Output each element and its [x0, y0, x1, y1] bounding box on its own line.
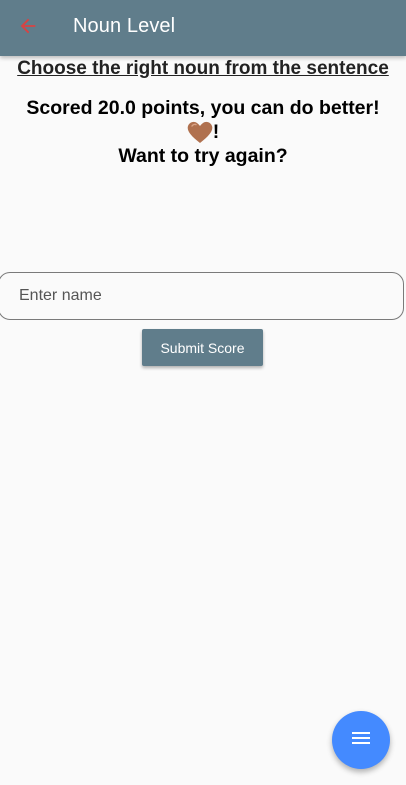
brown-heart-icon	[187, 121, 213, 144]
retry-prompt: Want to try again?	[118, 145, 288, 167]
app-bar: Noun Level	[0, 0, 406, 56]
exclamation: !	[212, 121, 220, 143]
menu-icon	[350, 727, 372, 754]
heart-line: !	[0, 120, 406, 144]
arrow-back-icon	[17, 15, 39, 42]
instruction-text: Choose the right noun from the sentence	[17, 58, 389, 79]
page-title: Noun Level	[73, 15, 176, 37]
submit-score-button[interactable]: Submit Score	[142, 329, 263, 366]
score-line: Scored 20.0 points, you can do better!	[26, 97, 380, 119]
back-button[interactable]	[12, 12, 44, 44]
name-input[interactable]	[0, 272, 404, 320]
score-message: Scored 20.0 points, you can do better! !…	[0, 96, 406, 168]
screen: Noun Level Choose the right noun from th…	[0, 0, 406, 785]
menu-fab-button[interactable]	[332, 711, 390, 769]
